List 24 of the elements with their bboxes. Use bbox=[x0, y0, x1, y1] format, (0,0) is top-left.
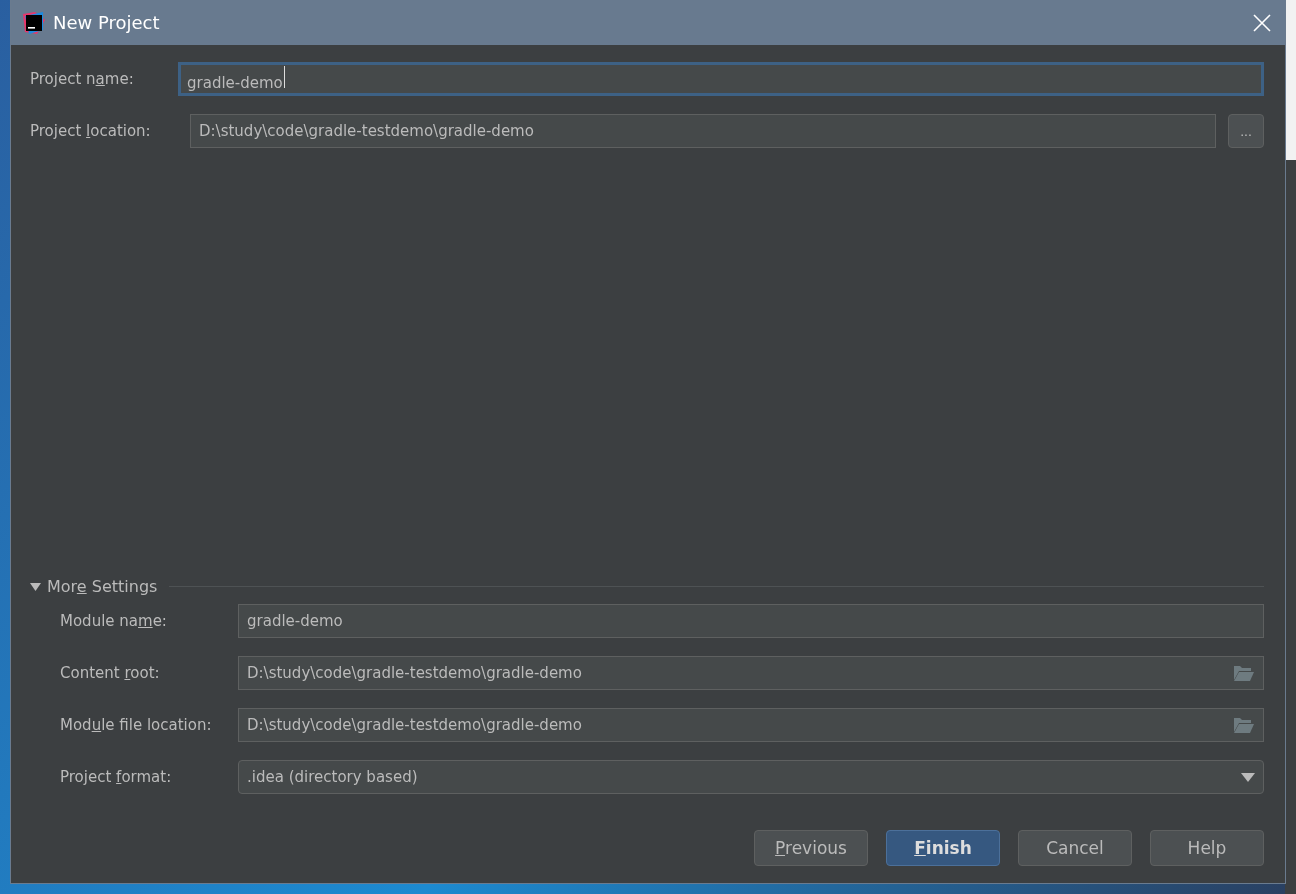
browse-button[interactable]: ... bbox=[1228, 114, 1264, 148]
field-label: Module file location: bbox=[60, 716, 213, 734]
text-field[interactable]: gradle-demo bbox=[238, 604, 1264, 638]
field-label: Module name: bbox=[60, 612, 168, 630]
folder-icon[interactable] bbox=[1233, 716, 1255, 734]
field-label: Project location: bbox=[30, 122, 152, 140]
folder-icon[interactable] bbox=[1233, 664, 1255, 682]
field-label: Content root: bbox=[60, 664, 161, 682]
dialog-button[interactable]: Help bbox=[1150, 830, 1264, 866]
field-label: Project name: bbox=[30, 70, 135, 88]
path-field[interactable]: D:\study\code\gradle-testdemo\gradle-demo bbox=[238, 708, 1264, 742]
dialog-button[interactable]: Previous bbox=[754, 830, 868, 866]
path-field[interactable]: D:\study\code\gradle-testdemo\gradle-demo bbox=[238, 656, 1264, 690]
window-title: New Project bbox=[53, 12, 161, 33]
format-dropdown[interactable]: .idea (directory based) bbox=[238, 760, 1264, 794]
dialog-button[interactable]: Cancel bbox=[1018, 830, 1132, 866]
dialog-button[interactable]: Finish bbox=[886, 830, 1000, 866]
triangle-icon bbox=[30, 582, 41, 591]
more-settings-toggle[interactable]: More Settings bbox=[30, 577, 158, 596]
text-field[interactable]: gradle-demo bbox=[178, 62, 1264, 96]
field-label: Project format: bbox=[60, 768, 173, 786]
path-field[interactable]: D:\study\code\gradle-testdemo\gradle-demo bbox=[190, 114, 1216, 148]
app-logo-icon bbox=[23, 11, 45, 34]
caret-icon bbox=[1241, 772, 1255, 782]
